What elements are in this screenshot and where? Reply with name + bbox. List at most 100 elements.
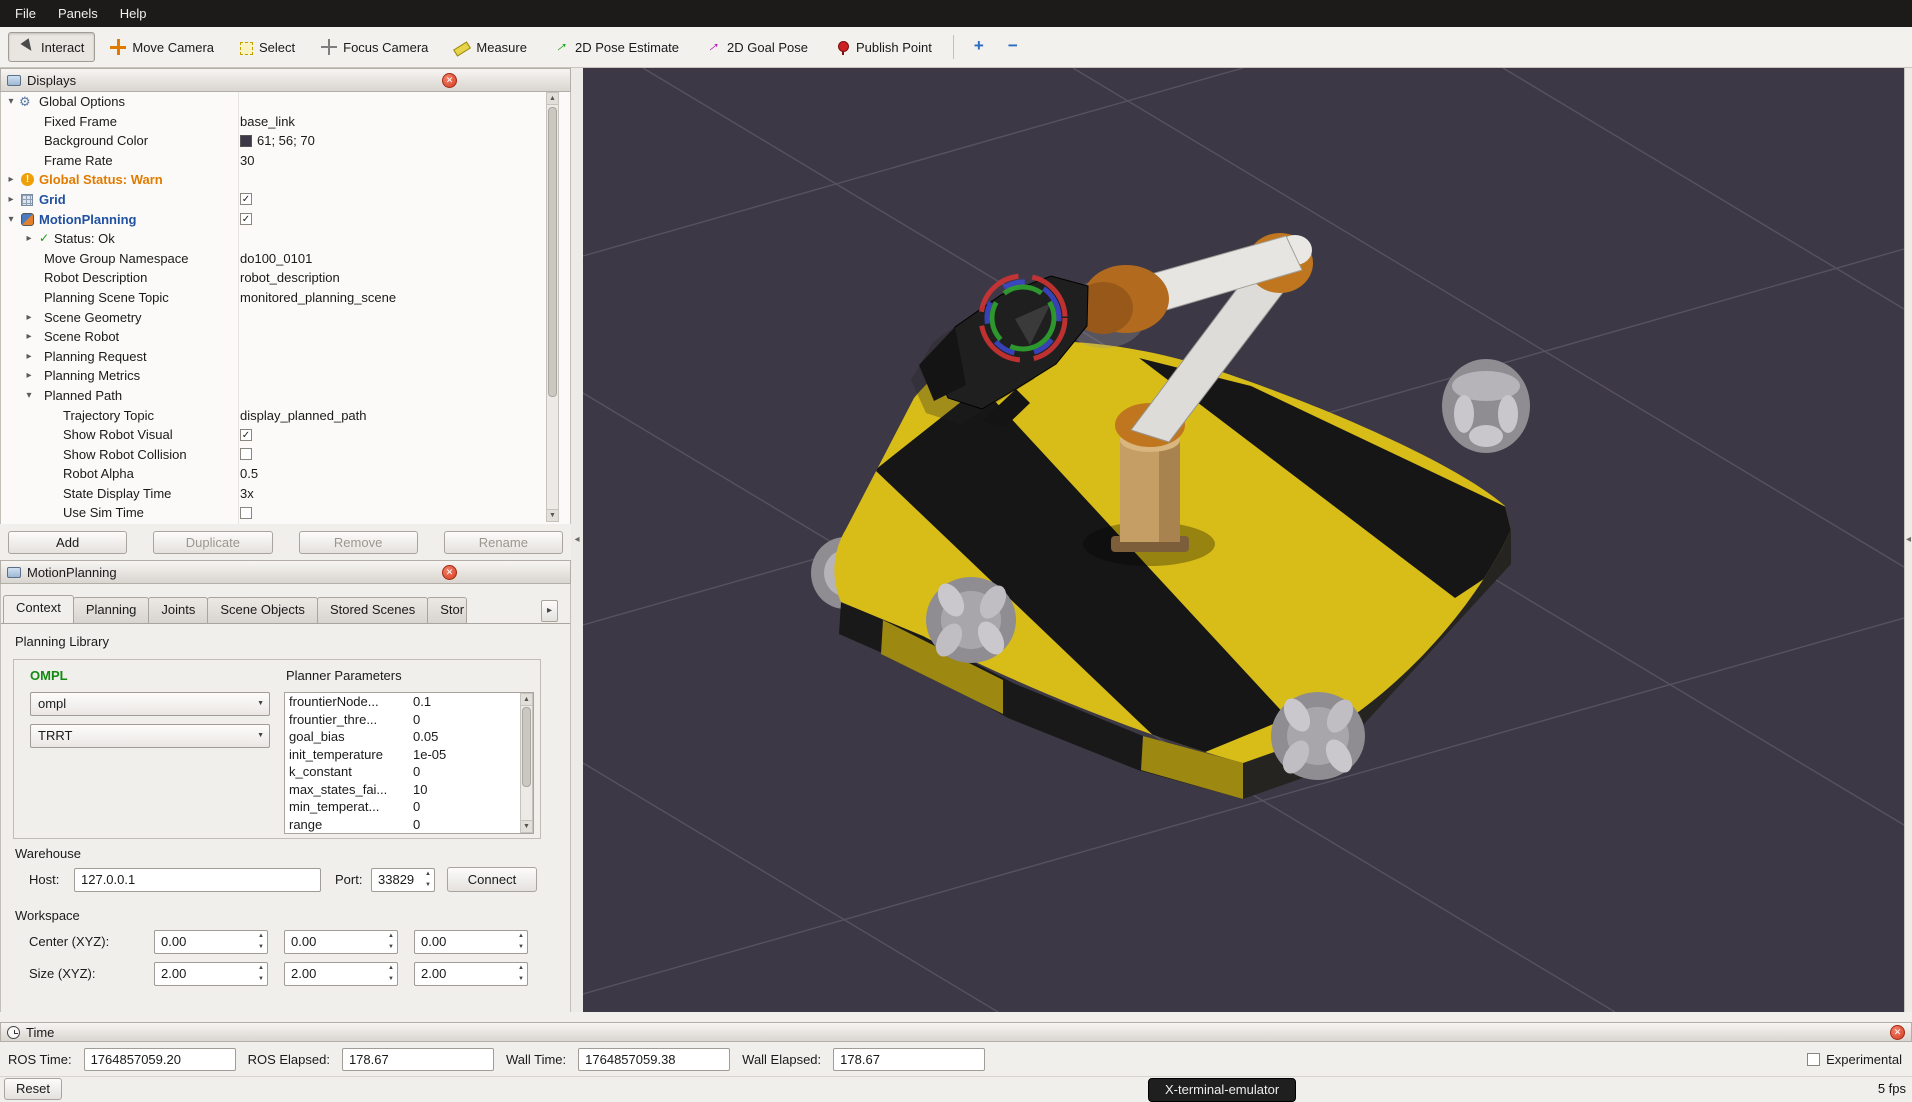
ros-elapsed-field[interactable]: 178.67 (342, 1048, 494, 1071)
param-value[interactable]: 0 (409, 816, 420, 834)
planner-library-select[interactable]: ompl ▼ (30, 692, 270, 716)
tree-row-robot-alpha[interactable]: Robot Alpha 0.5 (1, 464, 570, 484)
size-y-stepper[interactable]: 2.00 (284, 962, 398, 986)
size-x-stepper[interactable]: 2.00 (154, 962, 268, 986)
tab-overflow-icon[interactable]: ▸ (541, 600, 558, 622)
tree-row-scene-robot[interactable]: ▸ Scene Robot (1, 327, 570, 347)
scroll-down-icon[interactable]: ▼ (547, 509, 558, 521)
collapse-left-icon[interactable]: ◂ (571, 534, 583, 545)
tab-joints[interactable]: Joints (148, 597, 208, 623)
center-x-stepper[interactable]: 0.00 (154, 930, 268, 954)
tree-row-planning-scene-topic[interactable]: Planning Scene Topic monitored_planning_… (1, 288, 570, 308)
property-value[interactable]: robot_description (240, 268, 340, 288)
connect-button[interactable]: Connect (447, 867, 537, 892)
ros-time-field[interactable]: 1764857059.20 (84, 1048, 236, 1071)
property-value[interactable]: 30 (240, 151, 254, 171)
param-row[interactable]: init_temperature1e-05 (285, 746, 533, 764)
tree-row-global-options[interactable]: ▾ ⚙ Global Options (1, 92, 570, 112)
expander-icon[interactable]: ▾ (5, 210, 17, 230)
tree-row-move-group-namespace[interactable]: Move Group Namespace do100_0101 (1, 249, 570, 269)
use-sim-time-checkbox[interactable] (240, 507, 252, 519)
scrollbar-thumb[interactable] (522, 707, 531, 787)
expander-icon[interactable]: ▸ (23, 327, 35, 347)
close-icon[interactable]: ✕ (1890, 1025, 1905, 1040)
tool-2d-goal-pose[interactable]: 2D Goal Pose (694, 32, 819, 62)
planner-algorithm-select[interactable]: TRRT ▼ (30, 724, 270, 748)
param-row[interactable]: goal_bias0.05 (285, 728, 533, 746)
tool-select[interactable]: Select (229, 32, 306, 62)
center-z-stepper[interactable]: 0.00 (414, 930, 528, 954)
scroll-up-icon[interactable]: ▲ (521, 694, 532, 706)
tab-stored-scenes[interactable]: Stored Scenes (317, 597, 428, 623)
port-stepper[interactable]: 33829 (371, 868, 435, 892)
tree-row-motionplanning[interactable]: ▾ MotionPlanning ✓ (1, 210, 570, 230)
tree-row-planned-path[interactable]: ▾ Planned Path (1, 386, 570, 406)
wall-time-field[interactable]: 1764857059.38 (578, 1048, 730, 1071)
tree-row-use-sim-time[interactable]: Use Sim Time (1, 503, 570, 523)
tree-row-status-ok[interactable]: ▸ ✓ Status: Ok (1, 229, 570, 249)
tab-stored-states[interactable]: Stor (427, 597, 467, 623)
tool-2d-pose-estimate[interactable]: 2D Pose Estimate (542, 32, 690, 62)
param-value[interactable]: 0.05 (409, 728, 438, 746)
tree-row-grid[interactable]: ▸ Grid ✓ (1, 190, 570, 210)
tree-row-frame-rate[interactable]: Frame Rate 30 (1, 151, 570, 171)
property-value[interactable]: do100_0101 (240, 249, 312, 269)
tree-row-scene-geometry[interactable]: ▸ Scene Geometry (1, 308, 570, 328)
duplicate-display-button[interactable]: Duplicate (153, 531, 272, 554)
tree-row-trajectory-topic[interactable]: Trajectory Topic display_planned_path (1, 406, 570, 426)
param-value[interactable]: 10 (409, 781, 427, 799)
param-row[interactable]: frountier_thre...0 (285, 711, 533, 729)
expander-icon[interactable]: ▸ (23, 229, 35, 249)
tool-measure[interactable]: Measure (443, 32, 538, 62)
3d-viewport[interactable] (583, 68, 1904, 1012)
tree-row-show-robot-collision[interactable]: Show Robot Collision (1, 445, 570, 465)
menu-help[interactable]: Help (109, 2, 158, 25)
scrollbar-thumb[interactable] (548, 107, 557, 397)
param-row[interactable]: k_constant0 (285, 763, 533, 781)
menu-file[interactable]: File (4, 2, 47, 25)
property-value[interactable]: 0.5 (240, 464, 258, 484)
property-value[interactable]: display_planned_path (240, 406, 367, 426)
param-value[interactable]: 0 (409, 763, 420, 781)
tree-row-planning-metrics[interactable]: ▸ Planning Metrics (1, 366, 570, 386)
host-input[interactable]: 127.0.0.1 (74, 868, 321, 892)
param-row[interactable]: frountierNode...0.1 (285, 693, 533, 711)
enabled-checkbox[interactable]: ✓ (240, 213, 252, 225)
tab-planning[interactable]: Planning (73, 597, 150, 623)
expander-icon[interactable]: ▸ (23, 308, 35, 328)
property-value[interactable]: 3x (240, 484, 254, 504)
expander-icon[interactable]: ▾ (23, 386, 35, 406)
rename-display-button[interactable]: Rename (444, 531, 563, 554)
param-value[interactable]: 0 (409, 711, 420, 729)
tool-interact[interactable]: Interact (8, 32, 95, 62)
expander-icon[interactable]: ▸ (5, 190, 17, 210)
tab-scene-objects[interactable]: Scene Objects (207, 597, 318, 623)
scroll-down-icon[interactable]: ▼ (521, 820, 532, 832)
remove-display-button[interactable]: Remove (299, 531, 418, 554)
experimental-checkbox[interactable] (1807, 1053, 1820, 1066)
params-scrollbar[interactable]: ▲ ▼ (520, 693, 533, 833)
center-y-stepper[interactable]: 0.00 (284, 930, 398, 954)
add-display-button[interactable]: Add (8, 531, 127, 554)
wall-elapsed-field[interactable]: 178.67 (833, 1048, 985, 1071)
reset-button[interactable]: Reset (4, 1078, 62, 1100)
param-value[interactable]: 0 (409, 798, 420, 816)
tool-focus-camera[interactable]: Focus Camera (310, 32, 439, 62)
tree-row-fixed-frame[interactable]: Fixed Frame base_link (1, 112, 570, 132)
scroll-up-icon[interactable]: ▲ (547, 93, 558, 105)
param-value[interactable]: 1e-05 (409, 746, 446, 764)
enabled-checkbox[interactable]: ✓ (240, 193, 252, 205)
property-value[interactable]: base_link (240, 112, 295, 132)
expander-icon[interactable]: ▾ (5, 92, 17, 112)
tree-row-planning-request[interactable]: ▸ Planning Request (1, 347, 570, 367)
expander-icon[interactable]: ▸ (23, 366, 35, 386)
displays-scrollbar[interactable]: ▲ ▼ (546, 92, 559, 522)
collapse-left-icon[interactable]: ◂ (1905, 534, 1912, 545)
tree-row-robot-description[interactable]: Robot Description robot_description (1, 268, 570, 288)
property-value[interactable]: 61; 56; 70 (240, 131, 315, 151)
tool-publish-point[interactable]: Publish Point (823, 32, 943, 62)
menu-panels[interactable]: Panels (47, 2, 109, 25)
show-robot-visual-checkbox[interactable]: ✓ (240, 429, 252, 441)
expander-icon[interactable]: ▸ (23, 347, 35, 367)
tool-move-camera[interactable]: Move Camera (99, 32, 225, 62)
